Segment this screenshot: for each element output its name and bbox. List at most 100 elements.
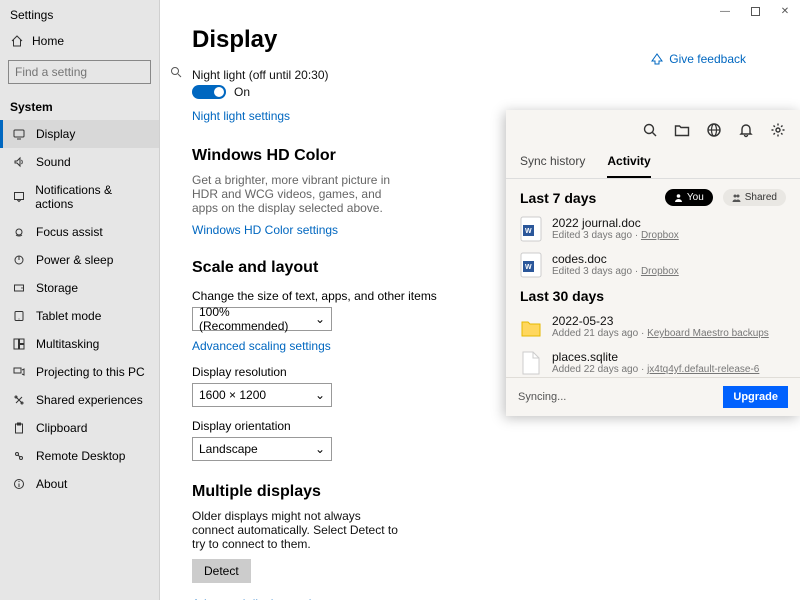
- group-last-7: Last 7 days: [520, 190, 655, 206]
- file-location[interactable]: jx4tq4yf.default-release-6: [647, 364, 759, 375]
- sidebar-item-clipboard[interactable]: Clipboard: [0, 414, 159, 442]
- sidebar-item-remote[interactable]: Remote Desktop: [0, 442, 159, 470]
- sidebar-item-notifications[interactable]: Notifications & actions: [0, 176, 159, 218]
- sound-icon: [12, 155, 26, 169]
- file-row[interactable]: places.sqliteAdded 22 days ago · jx4tq4y…: [520, 350, 786, 376]
- folder-icon[interactable]: [674, 122, 690, 138]
- folder-icon: [520, 314, 542, 340]
- sidebar-item-label: Storage: [36, 281, 78, 295]
- multi-display-heading: Multiple displays: [192, 483, 780, 501]
- file-row[interactable]: 2022-05-23Added 21 days ago · Keyboard M…: [520, 314, 786, 340]
- sidebar-item-display[interactable]: Display: [0, 120, 159, 148]
- sidebar-item-sound[interactable]: Sound: [0, 148, 159, 176]
- sidebar-item-tablet[interactable]: Tablet mode: [0, 302, 159, 330]
- file-row[interactable]: Wcodes.docEdited 3 days ago · Dropbox: [520, 252, 786, 278]
- file-icon: [520, 350, 542, 376]
- sidebar-item-label: Sound: [36, 155, 71, 169]
- app-title: Settings: [0, 0, 159, 28]
- filter-you[interactable]: You: [665, 189, 713, 206]
- clipboard-icon: [12, 421, 26, 435]
- sidebar-item-storage[interactable]: Storage: [0, 274, 159, 302]
- tab-sync-history[interactable]: Sync history: [520, 146, 585, 178]
- toggle-state: On: [234, 85, 250, 99]
- bell-icon[interactable]: [738, 122, 754, 138]
- file-location[interactable]: Dropbox: [641, 266, 679, 277]
- multitask-icon: [12, 337, 26, 351]
- search-icon[interactable]: [642, 122, 658, 138]
- page-title: Display: [192, 26, 780, 54]
- resolution-select[interactable]: 1600 × 1200⌄: [192, 383, 332, 407]
- multi-display-desc: Older displays might not always connect …: [192, 509, 402, 551]
- sidebar-item-shared[interactable]: Shared experiences: [0, 386, 159, 414]
- shared-icon: [12, 393, 26, 407]
- scale-select[interactable]: 100% (Recommended)⌄: [192, 307, 332, 331]
- file-name: codes.doc: [552, 252, 679, 266]
- sidebar-item-focus[interactable]: Focus assist: [0, 218, 159, 246]
- chevron-down-icon: ⌄: [315, 312, 325, 326]
- sidebar-item-label: Clipboard: [36, 421, 87, 435]
- night-light-label: Night light (off until 20:30): [192, 68, 780, 82]
- doc-icon: W: [520, 252, 542, 278]
- display-icon: [12, 127, 26, 141]
- project-icon: [12, 365, 26, 379]
- upgrade-button[interactable]: Upgrade: [723, 386, 788, 408]
- sidebar-item-label: Power & sleep: [36, 253, 113, 267]
- detect-button[interactable]: Detect: [192, 559, 251, 583]
- file-name: 2022 journal.doc: [552, 216, 679, 230]
- svg-text:W: W: [525, 228, 532, 235]
- tablet-icon: [12, 309, 26, 323]
- file-row[interactable]: W 2022 journal.docEdited 3 days ago · Dro…: [520, 216, 786, 242]
- sidebar: Settings Home System Display Sound Notific…: [0, 0, 160, 600]
- sidebar-item-label: Notifications & actions: [35, 183, 147, 211]
- orientation-label: Display orientation: [192, 419, 780, 433]
- file-name: places.sqlite: [552, 350, 759, 364]
- globe-icon[interactable]: [706, 122, 722, 138]
- sidebar-item-label: Shared experiences: [36, 393, 143, 407]
- night-light-toggle[interactable]: [192, 85, 226, 99]
- dropbox-panel: Sync history Activity Last 7 days You Sh…: [506, 110, 800, 416]
- chevron-down-icon: ⌄: [315, 442, 325, 456]
- file-meta: Edited 3 days ago · Dropbox: [552, 230, 679, 241]
- svg-text:W: W: [525, 264, 532, 271]
- tab-activity[interactable]: Activity: [607, 146, 650, 178]
- focus-icon: [12, 225, 26, 239]
- night-light-settings-link[interactable]: Night light settings: [192, 109, 290, 123]
- gear-icon[interactable]: [770, 122, 786, 138]
- sidebar-item-label: Projecting to this PC: [36, 365, 145, 379]
- sidebar-item-project[interactable]: Projecting to this PC: [0, 358, 159, 386]
- sidebar-item-power[interactable]: Power & sleep: [0, 246, 159, 274]
- sidebar-item-label: About: [36, 477, 67, 491]
- sidebar-item-about[interactable]: About: [0, 470, 159, 498]
- notifications-icon: [12, 190, 25, 204]
- hd-color-desc: Get a brighter, more vibrant picture in …: [192, 173, 402, 215]
- sync-status: Syncing...: [518, 391, 566, 403]
- chevron-down-icon: ⌄: [315, 388, 325, 402]
- file-meta: Added 22 days ago · jx4tq4yf.default-rel…: [552, 364, 759, 375]
- people-icon: [732, 193, 741, 202]
- orientation-select[interactable]: Landscape⌄: [192, 437, 332, 461]
- person-icon: [674, 193, 683, 202]
- remote-icon: [12, 449, 26, 463]
- sidebar-item-multitask[interactable]: Multitasking: [0, 330, 159, 358]
- sidebar-item-label: Tablet mode: [36, 309, 101, 323]
- home-nav[interactable]: Home: [0, 28, 159, 54]
- search-input[interactable]: [15, 65, 170, 79]
- about-icon: [12, 477, 26, 491]
- sidebar-item-label: Focus assist: [36, 225, 103, 239]
- file-location[interactable]: Dropbox: [641, 230, 679, 241]
- group-last-30: Last 30 days: [520, 288, 786, 304]
- home-icon: [10, 34, 24, 48]
- filter-shared[interactable]: Shared: [723, 189, 786, 206]
- home-label: Home: [32, 34, 64, 48]
- file-location[interactable]: Keyboard Maestro backups: [647, 328, 769, 339]
- sidebar-item-label: Multitasking: [36, 337, 99, 351]
- category-header: System: [0, 90, 159, 120]
- file-name: 2022-05-23: [552, 314, 769, 328]
- storage-icon: [12, 281, 26, 295]
- power-icon: [12, 253, 26, 267]
- sidebar-item-label: Remote Desktop: [36, 449, 125, 463]
- file-meta: Edited 3 days ago · Dropbox: [552, 266, 679, 277]
- file-meta: Added 21 days ago · Keyboard Maestro bac…: [552, 328, 769, 339]
- search-box[interactable]: [8, 60, 151, 84]
- sidebar-item-label: Display: [36, 127, 75, 141]
